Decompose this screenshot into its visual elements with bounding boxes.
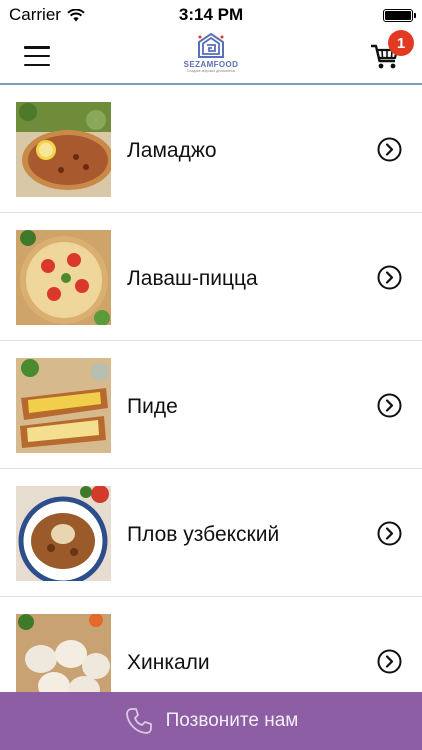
menu-line [24,63,50,66]
phone-icon [125,708,152,734]
lavash-pizza-photo [16,230,111,325]
logo-subtext: Сладкие морские деликатесы [186,69,236,73]
menu-line [24,46,50,49]
cart-count-badge[interactable]: 1 [388,30,414,56]
list-item-pide[interactable]: Пиде [0,341,422,469]
battery-icon [383,8,416,22]
list-item-label: Ламаджо [127,139,217,162]
carrier-label: Carrier [9,5,61,24]
list-item-lahmajo[interactable]: Ламаджо [0,85,422,213]
logo-text: SEZAMFOOD [183,60,239,69]
list-item-label: Лаваш-пицца [127,267,258,290]
list-item-label: Пиде [127,395,178,418]
chevron-right-icon[interactable] [377,137,402,162]
pide-photo [16,358,111,453]
call-us-button[interactable]: Позвоните нам [0,692,422,750]
chevron-right-icon[interactable] [377,649,402,674]
hamburger-menu-icon[interactable] [24,45,50,67]
chevron-right-icon[interactable] [377,393,402,418]
menu-line [24,54,50,58]
list-item-label: Плов узбекский [127,523,280,546]
plov-photo [16,486,111,581]
battery-fill [385,10,411,20]
status-bar: Carrier 3:14 PM [0,0,422,30]
app-logo[interactable]: SEZAMFOOD Сладкие морские деликатесы [180,33,242,81]
nav-bar: SEZAMFOOD Сладкие морские деликатесы 1 [0,30,422,85]
list-item-lavash-pizza[interactable]: Лаваш-пицца [0,213,422,341]
wifi-icon [67,8,85,21]
lahmajo-photo [16,102,111,197]
chevron-right-icon[interactable] [377,265,402,290]
logo-mark-icon [198,33,224,58]
category-list: Ламаджо Лаваш-пицца Пиде Плов узбекский … [0,85,422,725]
list-item-plov[interactable]: Плов узбекский [0,469,422,597]
status-bar-left: Carrier [9,5,85,25]
call-us-label: Позвоните нам [165,710,299,731]
chevron-right-icon[interactable] [377,521,402,546]
